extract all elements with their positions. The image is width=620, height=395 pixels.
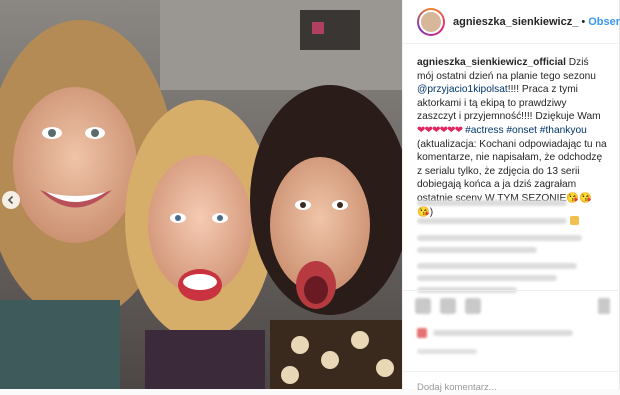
bookmark-icon[interactable] <box>598 298 610 314</box>
caption-hearts: ❤❤❤❤❤❤ <box>417 124 463 136</box>
header-username[interactable]: agnieszka_sienkiewicz_ <box>453 16 578 28</box>
comment-line <box>417 200 567 206</box>
comment-line <box>417 275 557 281</box>
comment-line <box>417 235 582 241</box>
comment-line <box>417 263 577 269</box>
likes-text <box>433 330 573 336</box>
likes-summary[interactable] <box>417 328 573 338</box>
comment-icon[interactable] <box>440 298 456 314</box>
add-comment-area <box>403 371 620 393</box>
divider <box>403 290 620 291</box>
post-header: agnieszka_sienkiewicz_ • Obserwu <box>403 0 620 44</box>
heart-icon[interactable] <box>415 298 431 314</box>
blurred-comments <box>403 200 620 293</box>
post-photo[interactable] <box>0 0 402 389</box>
chevron-left-icon <box>7 195 14 205</box>
follow-button[interactable]: Obserwu <box>588 16 620 28</box>
comment-emoji <box>570 216 579 225</box>
comment-line <box>417 247 537 253</box>
liker-avatar <box>417 328 427 338</box>
photo-illustration <box>0 0 402 389</box>
caption-author[interactable]: agnieszka_sienkiewicz_official <box>417 57 566 68</box>
instagram-post: agnieszka_sienkiewicz_ • Obserwu agniesz… <box>0 0 620 393</box>
post-actions <box>415 298 481 314</box>
header-separator: • <box>581 15 586 28</box>
caption-hashtags[interactable]: #actress #onset #thankyou <box>465 125 587 136</box>
caption-mention[interactable]: @przyjacio1kipolsat <box>417 84 508 95</box>
post-side-panel: agnieszka_sienkiewicz_ • Obserwu agniesz… <box>402 0 620 393</box>
post-date <box>417 349 477 354</box>
previous-photo-button[interactable] <box>2 191 20 209</box>
comment-line <box>417 217 567 224</box>
comment-input[interactable] <box>417 382 607 393</box>
avatar[interactable] <box>417 7 445 36</box>
share-icon[interactable] <box>465 298 481 314</box>
